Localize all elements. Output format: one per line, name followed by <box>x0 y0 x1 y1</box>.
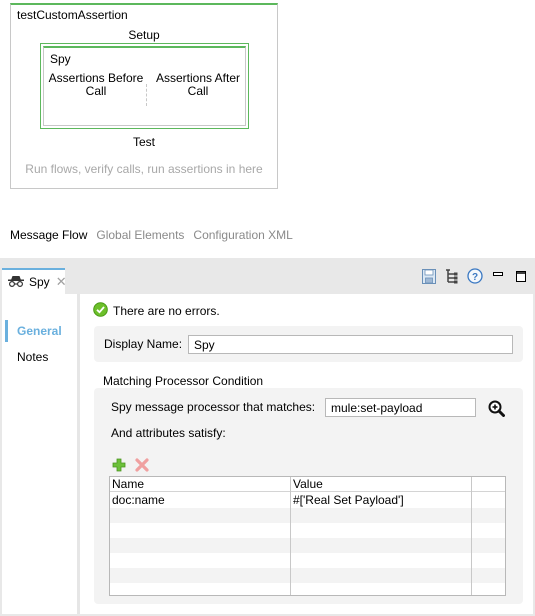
check-circle-icon <box>93 302 108 320</box>
setup-section-label: Setup <box>128 28 160 42</box>
matching-processor-group: Spy message processor that matches: And … <box>94 388 523 604</box>
tab-spy[interactable]: Spy ✕ <box>2 268 67 294</box>
remove-icon[interactable] <box>135 458 149 475</box>
help-icon[interactable]: ? <box>467 268 483 284</box>
column-divider[interactable] <box>290 477 291 595</box>
properties-body: General Notes There are no errors. Displ… <box>2 294 533 614</box>
table-row-empty <box>110 538 505 553</box>
cell-name[interactable]: doc:name <box>110 493 165 508</box>
add-icon[interactable] <box>112 458 126 475</box>
spy-scope-title: Spy <box>50 52 71 66</box>
maximize-icon[interactable] <box>513 268 529 284</box>
display-name-input[interactable] <box>188 335 513 354</box>
properties-tab-bar: Spy ✕ ? <box>0 258 535 294</box>
cell-value[interactable]: #['Real Set Payload'] <box>291 493 404 508</box>
tab-spy-label: Spy <box>29 275 50 289</box>
matching-processor-condition-title: Matching Processor Condition <box>103 374 264 388</box>
column-header-name[interactable]: Name <box>110 477 144 492</box>
sidebar-item-notes[interactable]: Notes <box>5 346 77 368</box>
view-toolbar: ? <box>421 268 529 284</box>
table-row-empty <box>110 568 505 583</box>
spy-divider <box>146 84 147 106</box>
zoom-in-icon[interactable] <box>488 400 505 420</box>
minimize-icon[interactable] <box>490 268 506 284</box>
table-row-empty <box>110 508 505 523</box>
attributes-table[interactable]: Name Value doc:name #['Real Set Payload'… <box>109 476 506 596</box>
validation-status: There are no errors. <box>93 302 220 320</box>
flow-title: testCustomAssertion <box>17 8 128 22</box>
tab-configuration-xml[interactable]: Configuration XML <box>193 228 292 242</box>
svg-text:?: ? <box>472 272 478 283</box>
processor-match-input[interactable] <box>325 398 476 417</box>
outline-icon[interactable] <box>444 268 460 284</box>
attributes-label: And attributes satisfy: <box>111 426 226 440</box>
properties-main: There are no errors. Display Name: Match… <box>86 294 533 614</box>
test-section-hint[interactable]: Run flows, verify calls, run assertions … <box>11 162 277 176</box>
column-divider[interactable] <box>471 477 472 595</box>
save-icon[interactable] <box>421 268 437 284</box>
flow-canvas: testCustomAssertion Setup Spy Assertions… <box>0 0 535 258</box>
table-row-empty <box>110 553 505 568</box>
processor-match-label: Spy message processor that matches: <box>111 400 316 414</box>
assertions-before-call-label[interactable]: Assertions Before Call <box>46 72 146 98</box>
sidebar-item-general[interactable]: General <box>5 320 77 342</box>
editor-tab-bar: Message Flow Global Elements Configurati… <box>10 228 293 242</box>
tab-global-elements[interactable]: Global Elements <box>96 228 184 242</box>
table-row-empty <box>110 523 505 538</box>
table-row-empty <box>110 583 505 598</box>
spy-icon <box>7 275 25 290</box>
test-section-label: Test <box>132 135 155 149</box>
spy-scope-inner: Spy Assertions Before Call Assertions Af… <box>43 46 246 126</box>
table-header: Name Value <box>110 477 505 492</box>
properties-view: Spy ✕ ? General Notes There are no error… <box>0 258 535 616</box>
display-name-group: Display Name: <box>94 326 523 362</box>
assertions-after-call-label[interactable]: Assertions After Call <box>148 72 248 98</box>
table-row[interactable]: doc:name #['Real Set Payload'] <box>110 493 505 508</box>
column-header-value[interactable]: Value <box>291 477 323 492</box>
display-name-label: Display Name: <box>104 337 183 351</box>
properties-sidebar: General Notes <box>2 294 80 614</box>
tab-message-flow[interactable]: Message Flow <box>10 228 87 242</box>
validation-status-text: There are no errors. <box>113 304 220 318</box>
test-flow-container[interactable]: testCustomAssertion Setup Spy Assertions… <box>10 3 278 189</box>
close-icon[interactable]: ✕ <box>56 274 67 290</box>
spy-scope[interactable]: Spy Assertions Before Call Assertions Af… <box>40 43 249 129</box>
